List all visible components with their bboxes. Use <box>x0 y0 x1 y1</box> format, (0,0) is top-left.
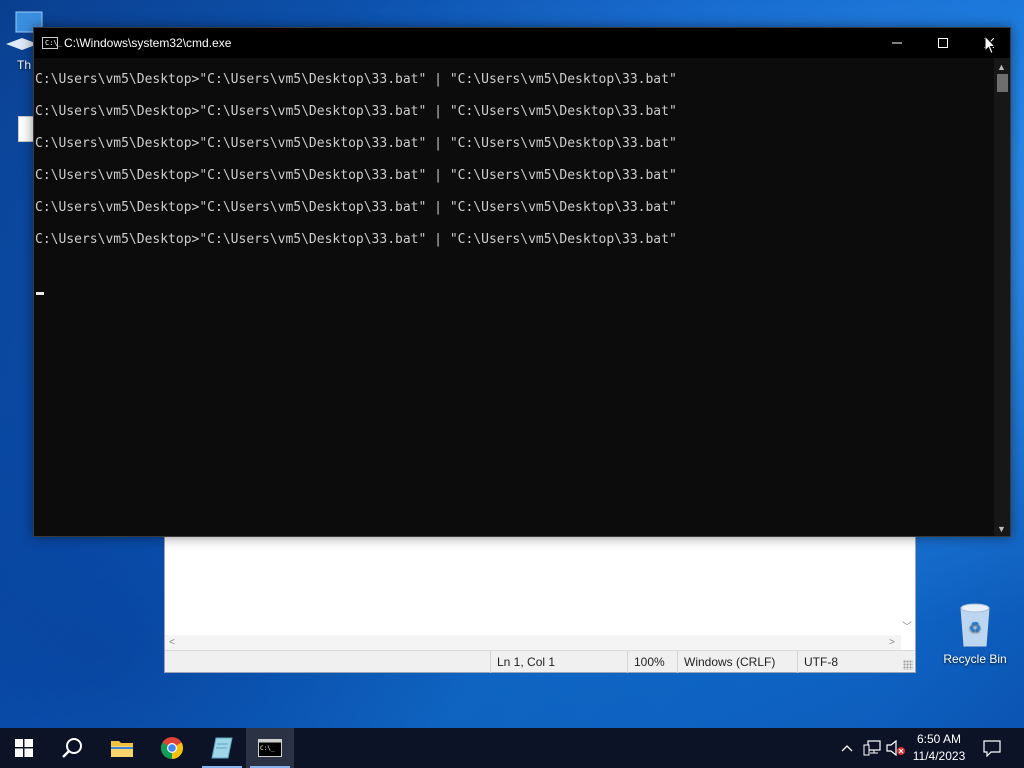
desktop-icon-label: Recycle Bin <box>943 652 1007 666</box>
cmd-icon: C:\_ <box>258 739 282 757</box>
resize-grip[interactable] <box>903 660 913 670</box>
mouse-pointer-icon <box>984 35 996 55</box>
windows-logo-icon <box>15 739 33 757</box>
volume-muted-icon <box>886 740 905 756</box>
file-explorer-icon <box>111 741 133 757</box>
status-encoding: UTF-8 <box>797 651 915 673</box>
text-cursor <box>36 292 44 295</box>
taskbar: C:\_ 6:50 AM 11/4/2023 <box>0 728 1024 768</box>
recycle-bin-icon: ♻ <box>960 603 990 647</box>
svg-text:C:\_: C:\_ <box>260 745 275 752</box>
console-line: C:\Users\vm5\Desktop>"C:\Users\vm5\Deskt… <box>35 72 677 87</box>
console-line: C:\Users\vm5\Desktop>"C:\Users\vm5\Deskt… <box>35 104 677 119</box>
taskbar-file-explorer[interactable] <box>98 728 146 768</box>
console-output[interactable]: C:\Users\vm5\Desktop>"C:\Users\vm5\Deskt… <box>34 58 996 536</box>
cmd-app-icon[interactable]: C:\_ <box>42 37 62 49</box>
search-icon <box>62 738 82 758</box>
action-center-button[interactable] <box>972 728 1012 768</box>
notepad-icon <box>211 737 233 759</box>
status-zoom: 100% <box>627 651 677 673</box>
show-hidden-icons-button[interactable] <box>836 728 858 768</box>
maximize-button[interactable] <box>920 28 966 58</box>
network-button[interactable] <box>860 728 884 768</box>
network-icon <box>863 740 881 756</box>
notepad-vertical-scrollbar[interactable]: ﹀ <box>899 521 915 635</box>
notification-icon <box>983 740 1001 757</box>
cmd-window[interactable]: C:\_ C:\Windows\system32\cmd.exe C:\User… <box>33 27 1011 537</box>
chevron-up-icon <box>841 745 853 752</box>
notepad-status-bar: Ln 1, Col 1 100% Windows (CRLF) UTF-8 <box>165 650 915 673</box>
console-line: C:\Users\vm5\Desktop>"C:\Users\vm5\Deskt… <box>35 200 677 215</box>
maximize-icon <box>938 38 948 48</box>
volume-button[interactable] <box>884 728 908 768</box>
scroll-left-icon[interactable]: < <box>169 637 175 648</box>
taskbar-notepad[interactable] <box>198 728 246 768</box>
window-title: C:\Windows\system32\cmd.exe <box>64 36 232 50</box>
scroll-down-icon[interactable]: ﹀ <box>902 618 912 633</box>
system-clock[interactable]: 6:50 AM 11/4/2023 <box>906 731 972 765</box>
start-button[interactable] <box>0 728 48 768</box>
desktop-icon-label: Th <box>16 58 31 72</box>
console-line: C:\Users\vm5\Desktop>"C:\Users\vm5\Deskt… <box>35 168 677 183</box>
taskbar-chrome[interactable] <box>148 728 196 768</box>
clock-date: 11/4/2023 <box>912 749 966 763</box>
status-line-ending: Windows (CRLF) <box>677 651 797 673</box>
chrome-icon <box>161 737 183 759</box>
clock-time: 6:50 AM <box>916 732 962 746</box>
scroll-up-icon[interactable]: ▲ <box>997 62 1006 72</box>
desktop-icon-recycle-bin[interactable]: ♻ Recycle Bin <box>937 600 1013 666</box>
cmd-vertical-scrollbar[interactable]: ▲ ▼ <box>994 58 1010 536</box>
minimize-icon <box>892 42 902 44</box>
cmd-title-bar[interactable]: C:\_ C:\Windows\system32\cmd.exe <box>34 28 1010 58</box>
cmd-icon-text: C:\_ <box>45 39 62 47</box>
scroll-down-icon[interactable]: ▼ <box>997 524 1006 534</box>
console-line: C:\Users\vm5\Desktop>"C:\Users\vm5\Deskt… <box>35 232 677 247</box>
console-line: C:\Users\vm5\Desktop>"C:\Users\vm5\Deskt… <box>35 136 677 151</box>
scrollbar-thumb[interactable] <box>997 74 1008 92</box>
notepad-window[interactable]: ﹀ < > Ln 1, Col 1 100% Windows (CRLF) UT… <box>164 520 916 673</box>
svg-text:♻: ♻ <box>969 620 982 636</box>
notepad-horizontal-scrollbar[interactable]: < > <box>165 635 901 651</box>
search-button[interactable] <box>48 728 96 768</box>
minimize-button[interactable] <box>874 28 920 58</box>
scroll-right-icon[interactable]: > <box>889 637 895 648</box>
taskbar-cmd[interactable]: C:\_ <box>246 728 294 768</box>
status-position: Ln 1, Col 1 <box>490 651 626 673</box>
